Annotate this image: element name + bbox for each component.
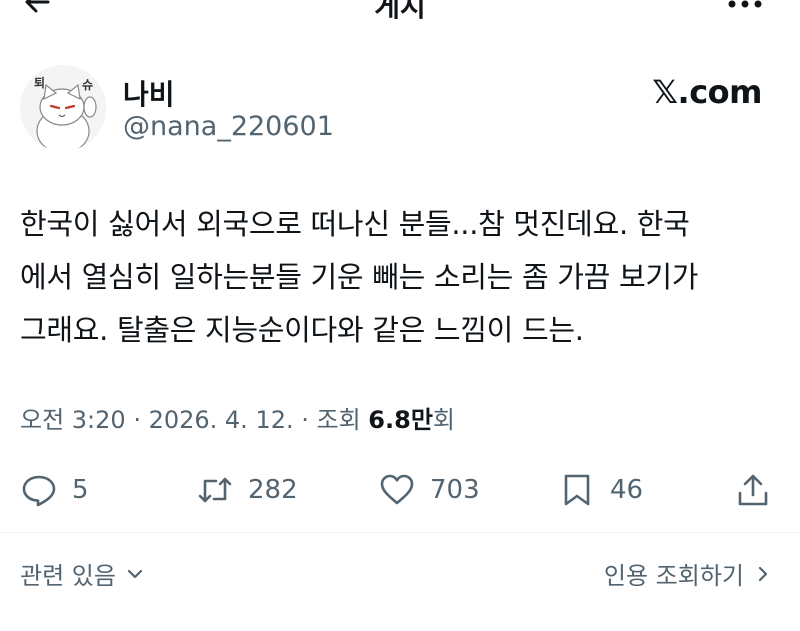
avatar[interactable]: 퇴 슈 <box>20 65 106 151</box>
chevron-right-icon <box>758 566 768 581</box>
view-quotes-label: 인용 조회하기 <box>603 562 744 590</box>
view-quotes-link[interactable]: 인용 조회하기 <box>604 556 774 591</box>
tweet-line: 한국이 싫어서 외국으로 떠나신 분들...참 멋진데요. 한국 <box>20 207 690 241</box>
chevron-down-icon <box>127 569 143 578</box>
bookmark-count: 46 <box>610 475 644 505</box>
top-bar: 게시 <box>0 0 800 23</box>
retweet-icon <box>198 477 232 503</box>
tweet-meta: 오전 3:20 · 2026. 4. 12. · 조회 6.8만회 <box>20 400 455 435</box>
bookmark-icon <box>564 474 590 506</box>
author-row: 퇴 슈 나비 @nana_220601 𝕏.com <box>0 55 800 165</box>
views-count: 6.8 <box>368 406 411 434</box>
like-count: 703 <box>430 475 480 505</box>
tweet-time[interactable]: 오전 3:20 <box>20 406 126 434</box>
page-title: 게시 <box>374 0 426 23</box>
like-button[interactable]: 703 <box>378 465 480 515</box>
avatar-text-right: 슈 <box>82 78 93 92</box>
share-icon[interactable] <box>734 471 772 509</box>
like-icon <box>380 474 414 505</box>
tweet-line: 에서 열심히 일하는분들 기운 빼는 소리는 좀 가끔 보기가 <box>20 260 699 294</box>
views-suffix: 회 <box>432 406 455 434</box>
tweet-text: 한국이 싫어서 외국으로 떠나신 분들...참 멋진데요. 한국 에서 열심히 … <box>20 198 790 357</box>
retweet-count: 282 <box>248 475 298 505</box>
tweet-line: 그래요. 탈출은 지능순이다와 같은 느낌이 드는. <box>20 313 584 347</box>
related-label: 관련 있음 <box>20 562 116 590</box>
meta-separator: · <box>293 406 317 434</box>
avatar-text-left: 퇴 <box>34 75 45 90</box>
display-name[interactable]: 나비 <box>123 73 175 113</box>
views-unit: 만 <box>410 406 433 434</box>
reply-button[interactable]: 5 <box>20 465 89 515</box>
divider <box>0 532 800 533</box>
tweet-date[interactable]: 2026. 4. 12. <box>149 406 294 434</box>
bookmark-button[interactable]: 46 <box>558 465 643 515</box>
more-dots-icon[interactable] <box>728 0 762 8</box>
x-com-watermark: 𝕏.com <box>652 73 762 111</box>
reply-count: 5 <box>72 475 89 505</box>
action-bar: 5 282 703 46 <box>0 465 800 515</box>
cat-avatar-icon: 퇴 슈 <box>20 65 106 151</box>
retweet-button[interactable]: 282 <box>196 465 298 515</box>
meta-separator: · <box>125 406 149 434</box>
related-dropdown[interactable]: 관련 있음 <box>20 556 146 591</box>
user-handle[interactable]: @nana_220601 <box>123 111 334 142</box>
views-label: 조회 <box>316 406 369 434</box>
reply-icon <box>22 475 56 507</box>
